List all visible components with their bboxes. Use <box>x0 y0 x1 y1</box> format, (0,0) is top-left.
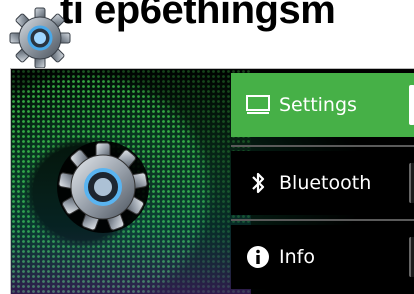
menu-item-settings[interactable]: Settings <box>231 73 414 137</box>
menu-item-label: Info <box>279 246 315 268</box>
menu-item-label: Bluetooth <box>279 172 372 194</box>
info-icon <box>241 244 275 270</box>
page-title: ti ep6ethingsm <box>60 0 336 32</box>
settings-menu: Settings Bluetooth Info <box>231 71 414 294</box>
menu-item-info[interactable]: Info <box>231 225 414 289</box>
monitor-icon <box>241 92 275 118</box>
divider <box>231 145 414 147</box>
divider <box>231 219 414 221</box>
item-indicator <box>409 237 414 277</box>
gear-icon <box>9 7 71 69</box>
bluetooth-icon <box>241 170 275 196</box>
menu-item-label: Settings <box>279 94 357 116</box>
selection-indicator <box>409 85 414 125</box>
device-screen: Settings Bluetooth Info <box>10 68 414 294</box>
item-indicator <box>409 163 414 203</box>
menu-item-bluetooth[interactable]: Bluetooth <box>231 151 414 215</box>
